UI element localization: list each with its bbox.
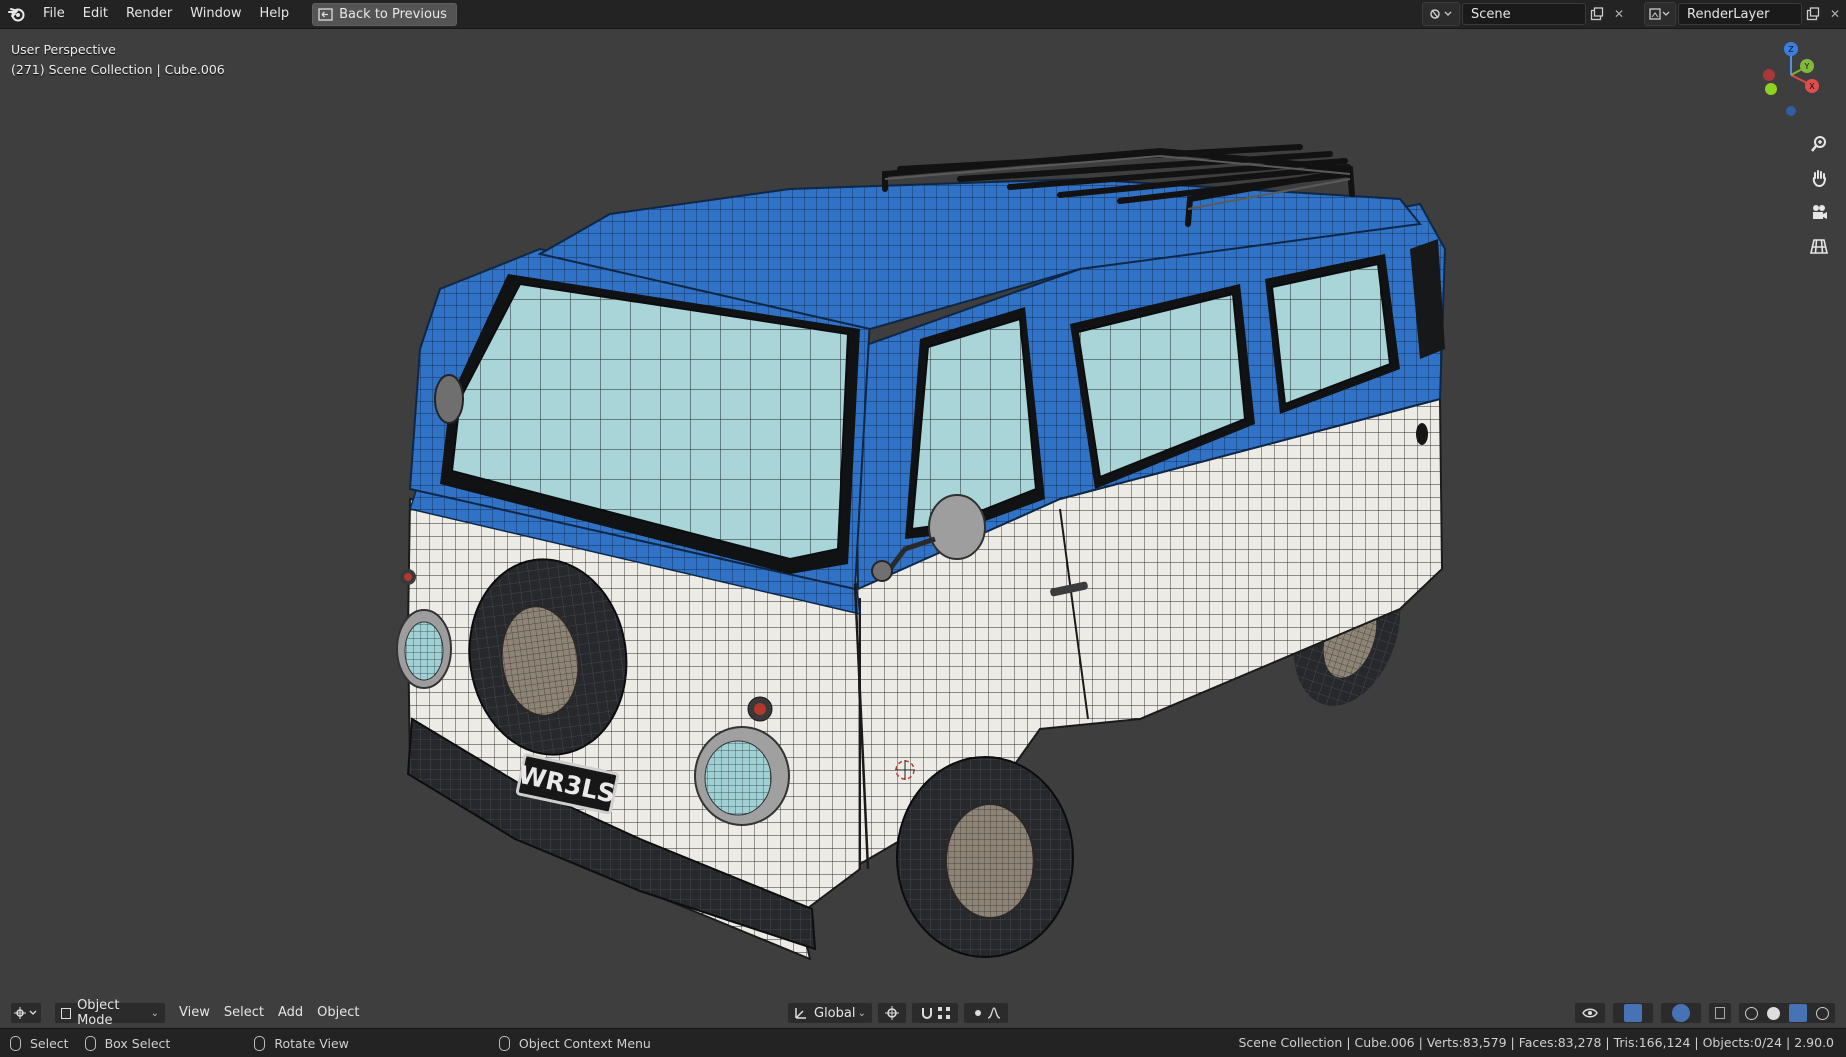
neg-x-axis-icon[interactable] (1763, 69, 1775, 81)
scene-type-dropdown[interactable] (1422, 2, 1460, 26)
menu-help[interactable]: Help (251, 0, 299, 28)
chevron-down-icon: ⌄ (857, 1007, 866, 1019)
xray-icon (1715, 1007, 1725, 1019)
3d-viewport[interactable]: WR3LS User Perspective (271) Scene Colle… (0, 29, 1846, 1028)
middle-mouse-icon (254, 1035, 266, 1051)
gizmo-toggle[interactable] (1612, 1002, 1654, 1024)
solid-shading-icon[interactable] (1767, 1006, 1781, 1020)
svg-text:X: X (1809, 82, 1815, 91)
svg-text:Y: Y (1804, 62, 1810, 71)
xray-toggle[interactable] (1708, 1002, 1732, 1024)
material-shading-icon[interactable] (1788, 1004, 1807, 1022)
overlay-icon (1672, 1004, 1690, 1022)
editor-type-dropdown[interactable] (10, 1002, 42, 1024)
pivot-point-dropdown[interactable] (877, 1002, 907, 1024)
status-box-select-label: Box Select (104, 1035, 171, 1051)
left-mouse-icon (10, 1035, 21, 1051)
header-menu-select[interactable]: Select (217, 1002, 271, 1024)
pan-button[interactable] (1804, 163, 1834, 193)
orientation-icon (795, 1008, 806, 1019)
van-model[interactable]: WR3LS (0, 29, 1846, 1028)
delete-render-layer-button[interactable]: ✕ (1824, 3, 1846, 25)
ortho-toggle-button[interactable] (1804, 231, 1834, 261)
header-menu-object[interactable]: Object (310, 1002, 366, 1024)
status-bar: Select Box Select Rotate View Object Con… (0, 1028, 1846, 1057)
chevron-down-icon: ⌄ (150, 1007, 159, 1019)
status-rotate-label: Rotate View (274, 1035, 349, 1051)
top-bar: File Edit Render Window Help Back to Pre… (0, 0, 1846, 29)
scene-statistics: Scene Collection | Cube.006 | Verts:83,5… (1238, 1035, 1834, 1050)
render-layer-name-field[interactable]: RenderLayer (1678, 3, 1802, 25)
snap-controls[interactable] (911, 1002, 959, 1024)
neg-y-axis-icon[interactable] (1765, 83, 1777, 95)
delete-scene-button[interactable]: ✕ (1608, 3, 1630, 25)
proportional-icon (974, 1010, 981, 1016)
hand-icon (1812, 170, 1826, 187)
copy-icon (1590, 7, 1604, 21)
wireframe-shading-icon[interactable] (1745, 1006, 1759, 1020)
object-mode-icon (61, 1007, 72, 1019)
magnet-icon (921, 1008, 932, 1019)
status-box-select: Box Select (84, 1035, 171, 1051)
back-to-previous-label: Back to Previous (339, 6, 447, 22)
header-menu-add[interactable]: Add (271, 1002, 310, 1024)
collection-label: (271) Scene Collection | Cube.006 (11, 62, 225, 77)
status-select: Select (10, 1035, 69, 1051)
gizmo-icon (1624, 1004, 1642, 1022)
transform-tools: Global ⌄ (787, 1002, 1009, 1024)
render-layer-dropdown[interactable] (1644, 2, 1676, 26)
viewport-header: Object Mode ⌄ View Select Add Object Glo… (0, 998, 1846, 1028)
new-render-layer-button[interactable] (1802, 3, 1824, 25)
scene-icon (1430, 9, 1452, 19)
visibility-dropdown[interactable] (1574, 1002, 1606, 1024)
mode-dropdown[interactable]: Object Mode ⌄ (54, 998, 166, 1028)
status-context-menu: Object Context Menu (498, 1035, 651, 1051)
viewport-nav-buttons (1804, 129, 1834, 261)
menu-window[interactable]: Window (181, 0, 250, 28)
scene-name-field[interactable]: Scene (1462, 3, 1586, 25)
render-layer-icon (1649, 8, 1670, 20)
proportional-editing[interactable] (963, 1002, 1009, 1024)
copy-icon (1806, 7, 1820, 21)
eye-icon (1582, 1008, 1598, 1018)
navigation-gizmo[interactable]: Z X Y (1756, 39, 1826, 119)
status-rotate-view: Rotate View (254, 1035, 349, 1051)
camera-icon (1813, 205, 1827, 219)
blender-logo-icon[interactable] (0, 0, 34, 28)
menu-file[interactable]: File (34, 0, 74, 28)
left-mouse-drag-icon (84, 1035, 96, 1051)
orientation-label: Global (814, 1005, 856, 1021)
camera-view-button[interactable] (1804, 197, 1834, 227)
grid-icon (1810, 239, 1828, 254)
mode-label: Object Mode (77, 998, 120, 1028)
perspective-label: User Perspective (11, 42, 116, 57)
neg-z-axis-icon[interactable] (1786, 106, 1796, 116)
svg-text:Z: Z (1788, 45, 1794, 54)
scene-selector-area: Scene ✕ RenderLayer ✕ (1422, 0, 1846, 28)
viewport-info: User Perspective (271) Scene Collection … (11, 40, 225, 80)
back-icon (318, 7, 333, 21)
overlay-toggle[interactable] (1660, 1002, 1702, 1024)
rendered-shading-icon[interactable] (1815, 1006, 1829, 1020)
snap-grid-icon (937, 1007, 950, 1019)
close-icon: ✕ (1829, 7, 1841, 21)
new-scene-button[interactable] (1586, 3, 1608, 25)
back-to-previous-button[interactable]: Back to Previous (312, 2, 457, 26)
falloff-icon (987, 1007, 1000, 1019)
header-menu-view[interactable]: View (172, 1002, 217, 1024)
editor-type-icon (14, 1007, 37, 1019)
zoom-icon (1811, 136, 1826, 152)
shading-mode-buttons[interactable] (1738, 1002, 1836, 1024)
status-context-label: Object Context Menu (518, 1035, 651, 1051)
menu-edit[interactable]: Edit (74, 0, 117, 28)
menu-render[interactable]: Render (117, 0, 181, 28)
right-mouse-icon (498, 1035, 510, 1051)
pivot-icon (885, 1006, 899, 1020)
viewport-shading-controls (1574, 1002, 1836, 1024)
transform-orientation-dropdown[interactable]: Global ⌄ (787, 1002, 873, 1024)
close-icon: ✕ (1613, 7, 1625, 21)
zoom-button[interactable] (1804, 129, 1834, 159)
status-select-label: Select (30, 1035, 69, 1051)
